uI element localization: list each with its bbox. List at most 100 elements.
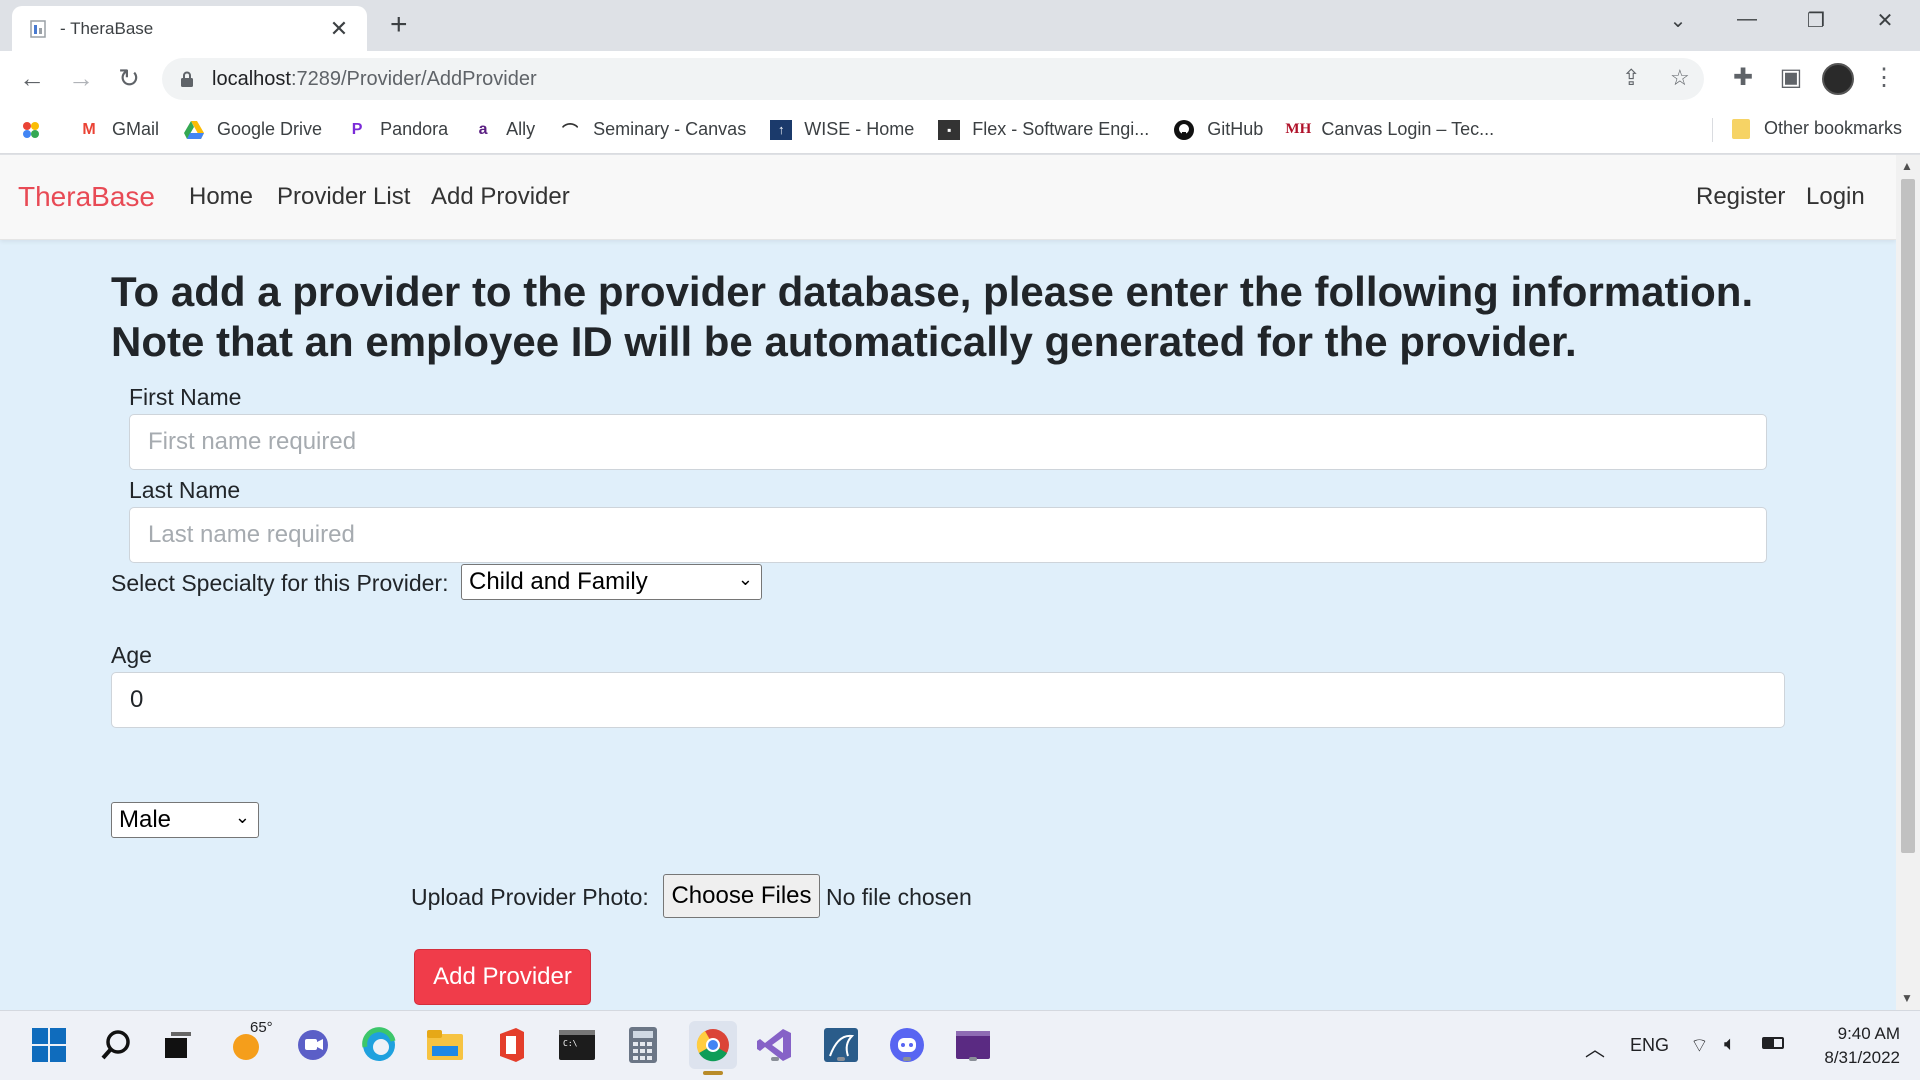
scroll-down-icon[interactable]: ▼ [1901, 991, 1913, 1005]
specialty-label: Select Specialty for this Provider: [111, 570, 449, 596]
specialty-selected: Child and Family [469, 568, 648, 595]
bookmark-label: GitHub [1207, 119, 1264, 139]
language-indicator[interactable]: ENG [1630, 1035, 1669, 1056]
svg-text:C:\: C:\ [563, 1039, 578, 1048]
gender-selected: Male [119, 806, 172, 833]
volume-icon[interactable]: 🔈︎ [1724, 1033, 1736, 1056]
browser-toolbar: ← → ↻ localhost :7289/Provider/AddProvid… [0, 51, 1920, 106]
specialty-select[interactable]: Child and Family ⌄ [461, 564, 762, 600]
gender-select[interactable]: Male ⌄ [111, 802, 259, 838]
battery-icon[interactable] [1762, 1037, 1784, 1049]
bookmark-label: GMail [112, 119, 160, 139]
share-icon[interactable]: ⇪ [1622, 65, 1640, 91]
bookmarks-bar: M GMail Google Drive P Pandora a Ally ⌒ … [0, 106, 1920, 154]
age-label: Age [111, 642, 152, 668]
task-view-icon[interactable] [158, 1025, 198, 1065]
forward-icon[interactable]: → [65, 63, 97, 93]
brand-link[interactable]: TheraBase [18, 181, 155, 213]
bookmark-label: Pandora [380, 119, 449, 139]
extensions-icon[interactable]: ✚ [1727, 63, 1759, 92]
other-bookmarks-label: Other bookmarks [1764, 118, 1903, 138]
url-path: :7289/Provider/AddProvider [290, 67, 537, 90]
profile-avatar[interactable] [1822, 63, 1854, 95]
page-scrollbar[interactable]: ▲ ▼ [1896, 155, 1920, 1010]
edge-browser-icon[interactable] [359, 1025, 399, 1065]
tab-search-icon[interactable]: ⌄ [1658, 8, 1698, 33]
nav-login[interactable]: Login [1806, 183, 1865, 211]
heading-line-1: To add a provider to the provider databa… [111, 268, 1754, 315]
lock-icon [181, 71, 193, 87]
other-bookmarks[interactable]: Other bookmarks [1732, 118, 1902, 139]
bookmark-label: Ally [506, 119, 536, 139]
apps-pinwheel-icon [20, 120, 42, 140]
page-favicon-icon [30, 19, 46, 38]
chrome-icon[interactable] [689, 1021, 737, 1075]
search-icon[interactable] [96, 1025, 136, 1065]
window-close-icon[interactable]: ✕ [1865, 8, 1905, 33]
add-provider-button[interactable]: Add Provider [414, 949, 591, 1005]
tab-close-icon[interactable]: ✕ [327, 16, 351, 42]
wise-icon: ↑ [770, 119, 793, 140]
address-bar[interactable]: localhost :7289/Provider/AddProvider [162, 58, 1704, 100]
calculator-icon[interactable] [623, 1025, 663, 1065]
nav-home[interactable]: Home [189, 183, 253, 211]
nav-add-provider[interactable]: Add Provider [431, 183, 570, 211]
first-name-label: First Name [129, 384, 242, 410]
bookmark-item[interactable]: M GMail [78, 119, 159, 140]
chevron-down-icon: ⌄ [234, 807, 250, 827]
bookmark-item[interactable]: a Ally [472, 119, 535, 140]
minimize-icon[interactable]: — [1727, 8, 1767, 31]
bookmark-label: Flex - Software Engi... [972, 119, 1150, 139]
age-input[interactable]: 0 [111, 672, 1785, 728]
bookmark-item[interactable]: Google Drive [183, 119, 322, 140]
photo-upload-label: Upload Provider Photo: [411, 884, 649, 910]
system-clock[interactable]: 9:40 AM 8/31/2022 [1790, 1022, 1900, 1070]
first-name-input[interactable]: First name required [129, 414, 1767, 470]
choose-files-button[interactable]: Choose Files [663, 874, 820, 918]
bookmark-apps[interactable] [20, 120, 54, 140]
back-icon[interactable]: ← [16, 63, 48, 93]
tray-overflow-chevron-icon[interactable]: ︿ [1585, 1033, 1605, 1062]
clock-date: 8/31/2022 [1824, 1048, 1900, 1067]
browser-tab[interactable]: - TheraBase ✕ [12, 6, 367, 51]
discord-icon[interactable] [887, 1025, 927, 1065]
last-name-label: Last Name [129, 477, 241, 503]
weather-widget-icon[interactable]: 65° [228, 1019, 273, 1065]
heading-line-2: Note that an employee ID will be automat… [111, 318, 1577, 365]
scroll-up-icon[interactable]: ▲ [1901, 159, 1913, 173]
tab-title: - TheraBase [60, 18, 154, 38]
scroll-thumb[interactable] [1901, 179, 1915, 853]
teams-chat-icon[interactable] [293, 1025, 333, 1065]
visual-studio-icon[interactable] [755, 1025, 795, 1065]
bookmarks-divider [1712, 118, 1713, 142]
new-tab-icon[interactable]: + [390, 10, 408, 40]
canvas-icon: ⌒ [562, 123, 579, 141]
bookmark-star-icon[interactable]: ☆ [1670, 65, 1690, 91]
wifi-icon[interactable]: ⌔ [1690, 1033, 1709, 1058]
file-explorer-icon[interactable] [425, 1025, 465, 1065]
windows-start-icon[interactable] [29, 1025, 69, 1065]
office-icon[interactable] [491, 1025, 531, 1065]
bookmark-item[interactable]: ⌒ Seminary - Canvas [559, 119, 746, 141]
nav-provider-list[interactable]: Provider List [277, 183, 410, 211]
last-name-input[interactable]: Last name required [129, 507, 1767, 563]
bookmark-item[interactable]: MH Canvas Login – Tec... [1285, 119, 1494, 140]
sql-server-icon[interactable] [821, 1025, 861, 1065]
bookmark-label: WISE - Home [804, 119, 915, 139]
bookmark-item[interactable]: GitHub [1173, 119, 1263, 140]
page-heading: To add a provider to the provider databa… [111, 267, 1811, 367]
restore-icon[interactable]: ❐ [1796, 8, 1836, 33]
bookmark-item[interactable]: ↑ WISE - Home [770, 119, 914, 140]
bookmark-item[interactable]: ▪ Flex - Software Engi... [938, 119, 1149, 140]
clock-time: 9:40 AM [1837, 1024, 1900, 1043]
side-panel-icon[interactable]: ▣ [1775, 63, 1807, 92]
nav-register[interactable]: Register [1696, 183, 1785, 211]
bookmark-item[interactable]: P Pandora [346, 119, 448, 140]
terminal-icon[interactable]: C:\ [557, 1025, 597, 1065]
menu-icon[interactable]: ⋮ [1868, 63, 1900, 92]
ally-icon: a [478, 120, 488, 138]
dev-console-icon[interactable] [953, 1025, 993, 1065]
reload-icon[interactable]: ↻ [113, 63, 145, 93]
weather-temp: 65° [250, 1019, 273, 1036]
no-file-chosen-text: No file chosen [826, 884, 972, 910]
